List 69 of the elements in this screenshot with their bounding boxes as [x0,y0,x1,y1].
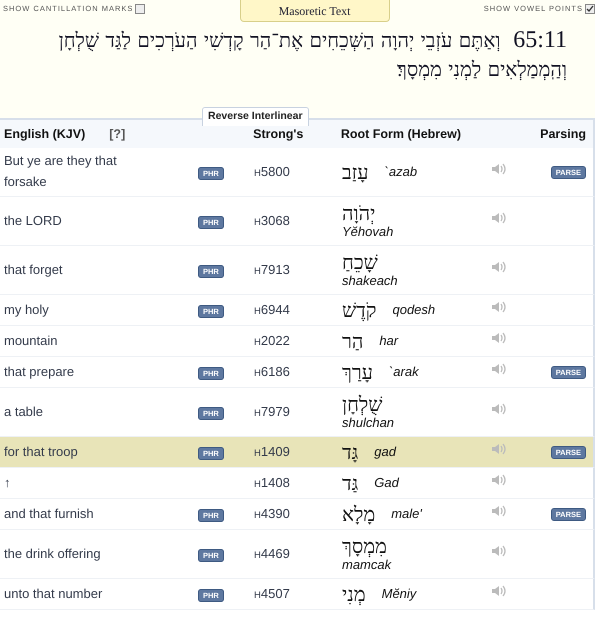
transliteration: shulchan [342,416,396,431]
hebrew-word: עָרַךְ [342,359,373,386]
english-word: unto that number [4,584,102,603]
hebrew-word: מִמְסָךְ [342,535,388,558]
english-word: mountain [4,332,58,350]
column-header: Parsing [540,126,586,143]
hebrew-word: קֹדֶשׁ [342,297,376,324]
speaker-icon[interactable] [490,260,508,274]
transliteration: male' [391,505,422,524]
english-word: for that troop [4,442,78,461]
strongs-link[interactable]: H7913 [254,262,290,278]
transliteration: har [379,332,398,350]
english-word: the drink offering [4,544,101,563]
transliteration: gad [374,443,396,462]
hebrew-word: גָּד [342,439,358,466]
strongs-link[interactable]: H1408 [254,475,290,490]
hebrew-word: מְנִי [342,581,366,608]
column-header: Root Form (Hebrew) [340,126,461,141]
strongs-link[interactable]: H5800 [254,164,290,180]
strongs-link[interactable]: H4469 [254,546,290,562]
english-word: my holy [4,300,49,319]
strongs-link[interactable]: H7979 [254,404,290,420]
strongs-link[interactable]: H6944 [254,302,290,318]
checkbox[interactable] [584,4,595,14]
transliteration: `arak [388,363,419,382]
hebrew-word: הַר [342,328,364,355]
transliteration: qodesh [392,301,436,320]
strongs-link[interactable]: H3068 [254,213,290,228]
strongs-link[interactable]: H2022 [254,333,290,348]
transliteration: Mĕniy [382,585,416,604]
help-link[interactable]: [?] [109,124,126,144]
strongs-link[interactable]: H1409 [254,444,290,460]
strongs-link[interactable]: H4390 [254,506,290,522]
hebrew-word: עָזַב [342,159,369,186]
english-word: and that furnish [4,504,94,523]
strongs-link[interactable]: H4507 [254,586,290,602]
speaker-icon[interactable] [490,584,508,598]
speaker-icon[interactable] [490,504,508,518]
speaker-icon[interactable] [490,331,508,346]
hebrew-word: שָׁכֵחַ [342,251,379,274]
speaker-icon[interactable] [490,402,508,416]
english-word: that forget [4,260,63,279]
speaker-icon[interactable] [490,362,508,376]
hebrew-word: שֻׁלְחָן [342,393,384,416]
english-word: the LORD [4,212,62,230]
checkbox[interactable] [135,4,146,14]
speaker-icon[interactable] [490,211,508,226]
strongs-link[interactable]: H6186 [254,364,290,380]
speaker-icon[interactable] [490,544,508,558]
transliteration: Yĕhovah [342,225,394,240]
tab[interactable]: Reverse Interlinear [202,107,309,126]
speaker-icon[interactable] [490,442,508,456]
speaker-icon[interactable] [490,300,508,314]
column-header: English (KJV) [4,126,86,143]
english-word: that prepare [4,362,74,381]
hebrew-word: מָלָא [342,501,376,528]
hebrew-word: גַּד [342,470,358,497]
hebrew-word: יְהֹוָה [342,202,376,226]
transliteration: `azab [384,163,418,182]
column-header: Strong's [253,126,304,141]
english-word: But ye are they that forsake [4,152,118,191]
speaker-icon[interactable] [490,162,508,176]
english-word: ↑ [4,474,10,492]
transliteration: Gad [374,474,399,492]
transliteration: mamcak [342,558,392,573]
tab[interactable]: Masoretic Text [240,0,390,22]
transliteration: shakeach [342,274,399,289]
speaker-icon[interactable] [490,473,508,488]
english-word: a table [4,402,44,421]
